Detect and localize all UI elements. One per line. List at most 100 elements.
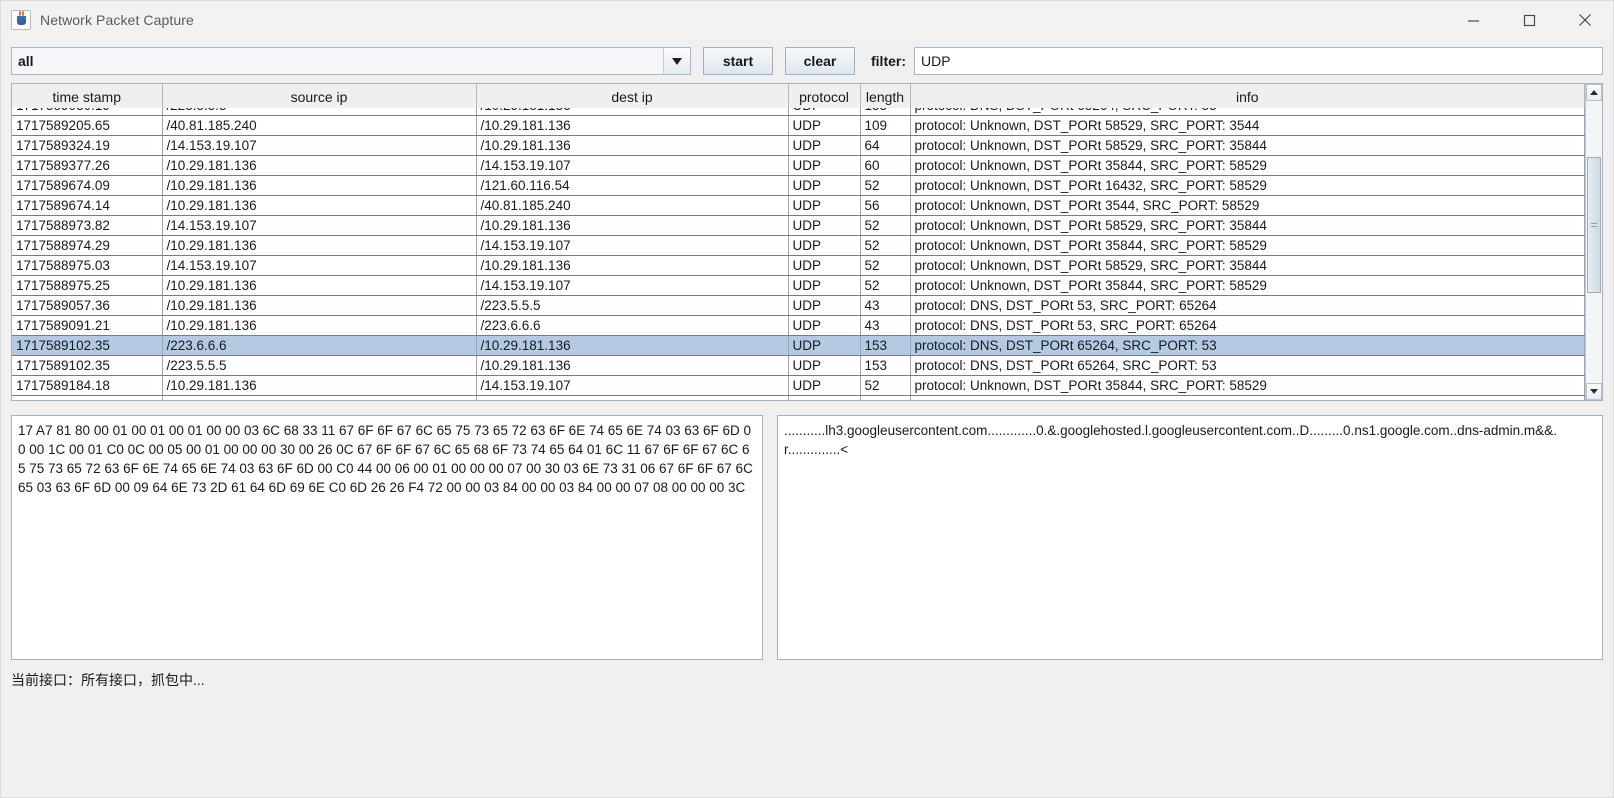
cell-time-stamp: 1717589030.19 [12, 108, 163, 116]
clear-button[interactable]: clear [785, 47, 855, 75]
cell-dest-ip: /10.29.181.136 [476, 115, 789, 136]
start-button[interactable]: start [703, 47, 773, 75]
column-header-length[interactable]: length [860, 84, 911, 108]
detail-panes: 17 A7 81 80 00 01 00 01 00 01 00 00 03 6… [11, 415, 1603, 660]
minimize-button[interactable] [1445, 1, 1501, 39]
cell-dest-ip: /14.153.19.107 [476, 275, 789, 296]
cell-time-stamp: 1717589102.35 [12, 355, 163, 376]
cell-info: protocol: Unknown, DST_PORt 35844, SRC_P… [910, 235, 1585, 256]
packet-table-header: time stamp source ip dest ip protocol le… [12, 84, 1585, 108]
cell-length: 56 [860, 195, 911, 216]
cell-length: 109 [860, 115, 911, 136]
interface-select[interactable]: all [11, 47, 691, 75]
cell-source-ip: /10.29.181.136 [162, 295, 477, 316]
cell-dest-ip: /14.153.19.107 [476, 155, 789, 176]
cell-length: 153 [860, 335, 911, 356]
table-row[interactable]: 1717589377.26/10.29.181.136/14.153.19.10… [12, 155, 1585, 176]
ascii-dump-pane[interactable]: ...........lh3.googleusercontent.com....… [777, 415, 1603, 660]
cell-source-ip: /10.29.181.136 [162, 315, 477, 336]
table-row[interactable]: 1717588975.03/14.153.19.107/10.29.181.13… [12, 255, 1585, 276]
cell-source-ip: /10.29.181.136 [162, 195, 477, 216]
cell-protocol: UDP [788, 135, 861, 156]
filter-label: filter: [871, 53, 906, 69]
packet-table-body-viewport[interactable]: 1717589030.19/223.5.5.5/10.29.181.136UDP… [12, 108, 1585, 400]
cell-info: protocol: Unknown, DST_PORt 58529, SRC_P… [910, 215, 1585, 236]
packet-table-body: 1717589030.19/223.5.5.5/10.29.181.136UDP… [12, 108, 1585, 400]
cell-protocol: UDP [788, 155, 861, 176]
cell-length: 153 [860, 355, 911, 376]
cell-dest-ip: /121.60.116.54 [476, 175, 789, 196]
cell-protocol: UDP [788, 375, 861, 396]
column-header-source-ip[interactable]: source ip [162, 84, 477, 108]
cell-protocol: UDP [788, 315, 861, 336]
cell-source-ip: /223.6.6.6 [162, 335, 477, 356]
cell-dest-ip: /10.29.181.136 [476, 395, 789, 400]
hex-dump-pane[interactable]: 17 A7 81 80 00 01 00 01 00 01 00 00 03 6… [11, 415, 763, 660]
table-row[interactable]: 1717588974.29/10.29.181.136/14.153.19.10… [12, 235, 1585, 256]
cell-time-stamp: 1717589674.14 [12, 195, 163, 216]
packet-table-inner: time stamp source ip dest ip protocol le… [12, 84, 1585, 400]
column-header-protocol[interactable]: protocol [788, 84, 861, 108]
table-row[interactable]: 1717589674.09/10.29.181.136/121.60.116.5… [12, 175, 1585, 196]
window-controls [1445, 1, 1613, 39]
cell-protocol: UDP [788, 115, 861, 136]
filter-input[interactable] [914, 47, 1603, 75]
cell-source-ip: /10.29.181.136 [162, 375, 477, 396]
table-row[interactable]: 1717589091.21/10.29.181.136/223.6.6.6 UDP… [12, 315, 1585, 336]
cell-length: 52 [860, 215, 911, 236]
cell-protocol: UDP [788, 395, 861, 400]
cell-info: protocol: Unknown, DST_PORt 58529, SRC_P… [910, 255, 1585, 276]
table-header-row: time stamp source ip dest ip protocol le… [12, 84, 1585, 108]
cell-dest-ip: /14.153.19.107 [476, 235, 789, 256]
chevron-down-icon[interactable] [663, 48, 690, 74]
table-vertical-scrollbar[interactable] [1585, 84, 1602, 400]
scroll-track[interactable] [1586, 101, 1602, 383]
column-header-dest-ip[interactable]: dest ip [476, 84, 789, 108]
scroll-down-button[interactable] [1586, 383, 1602, 400]
cell-info: protocol: DNS, DST_PORt 53, SRC_PORT: 65… [910, 295, 1585, 316]
cell-source-ip: /14.153.19.107 [162, 135, 477, 156]
cell-protocol: UDP [788, 235, 861, 256]
scroll-thumb[interactable] [1587, 157, 1601, 293]
cell-info: protocol: Unknown, DST_PORt 58529, SRC_P… [910, 395, 1585, 400]
table-row[interactable]: 1717589030.19/223.5.5.5/10.29.181.136UDP… [12, 108, 1585, 116]
status-bar: 当前接口：所有接口，抓包中... [11, 672, 205, 688]
cell-length: 43 [860, 295, 911, 316]
table-row[interactable]: 1717589102.35/223.6.6.6/10.29.181.136 UDP… [12, 335, 1585, 356]
packet-table: time stamp source ip dest ip protocol le… [11, 83, 1603, 401]
cell-protocol: UDP [788, 275, 861, 296]
table-row[interactable]: 1717589057.36/10.29.181.136/223.5.5.5 UDP… [12, 295, 1585, 316]
cell-time-stamp: 1717589296.52 [12, 395, 163, 400]
cell-info: protocol: DNS, DST_PORt 65264, SRC_PORT:… [910, 335, 1585, 356]
cell-length: 52 [860, 275, 911, 296]
table-row[interactable]: 1717588973.82/14.153.19.107/10.29.181.13… [12, 215, 1585, 236]
close-button[interactable] [1557, 1, 1613, 39]
table-row[interactable]: 1717589324.19/14.153.19.107/10.29.181.13… [12, 135, 1585, 156]
table-row[interactable]: 1717589674.14/10.29.181.136/40.81.185.24… [12, 195, 1585, 216]
cell-source-ip: /10.29.181.136 [162, 235, 477, 256]
cell-source-ip: /10.29.181.136 [162, 275, 477, 296]
scroll-up-button[interactable] [1586, 84, 1602, 101]
cell-dest-ip: /40.81.185.240 [476, 195, 789, 216]
cell-protocol: UDP [788, 108, 861, 116]
table-row[interactable]: 1717589184.18/10.29.181.136/14.153.19.10… [12, 375, 1585, 396]
table-row[interactable]: 1717589205.65/40.81.185.240/10.29.181.13… [12, 115, 1585, 136]
title-bar: Network Packet Capture [1, 1, 1613, 39]
table-row[interactable]: 1717589102.35/223.5.5.5/10.29.181.136 UDP… [12, 355, 1585, 376]
cell-source-ip: /40.81.185.240 [162, 115, 477, 136]
table-row[interactable]: 1717588975.25/10.29.181.136/14.153.19.10… [12, 275, 1585, 296]
cell-dest-ip: /223.5.5.5 [476, 295, 789, 316]
column-header-info[interactable]: info [910, 84, 1585, 108]
cell-dest-ip: /10.29.181.136 [476, 215, 789, 236]
cell-time-stamp: 1717589091.21 [12, 315, 163, 336]
table-row[interactable]: 1717589296.52/14.153.19.107/10.29.181.13… [12, 395, 1585, 400]
java-cup-icon [11, 10, 31, 30]
cell-dest-ip: /10.29.181.136 [476, 335, 789, 356]
cell-info: protocol: Unknown, DST_PORt 58529, SRC_P… [910, 115, 1585, 136]
maximize-button[interactable] [1501, 1, 1557, 39]
cell-length: 52 [860, 255, 911, 276]
column-header-time-stamp[interactable]: time stamp [12, 84, 163, 108]
cell-time-stamp: 1717588973.82 [12, 215, 163, 236]
cell-time-stamp: 1717588974.29 [12, 235, 163, 256]
cell-protocol: UDP [788, 215, 861, 236]
